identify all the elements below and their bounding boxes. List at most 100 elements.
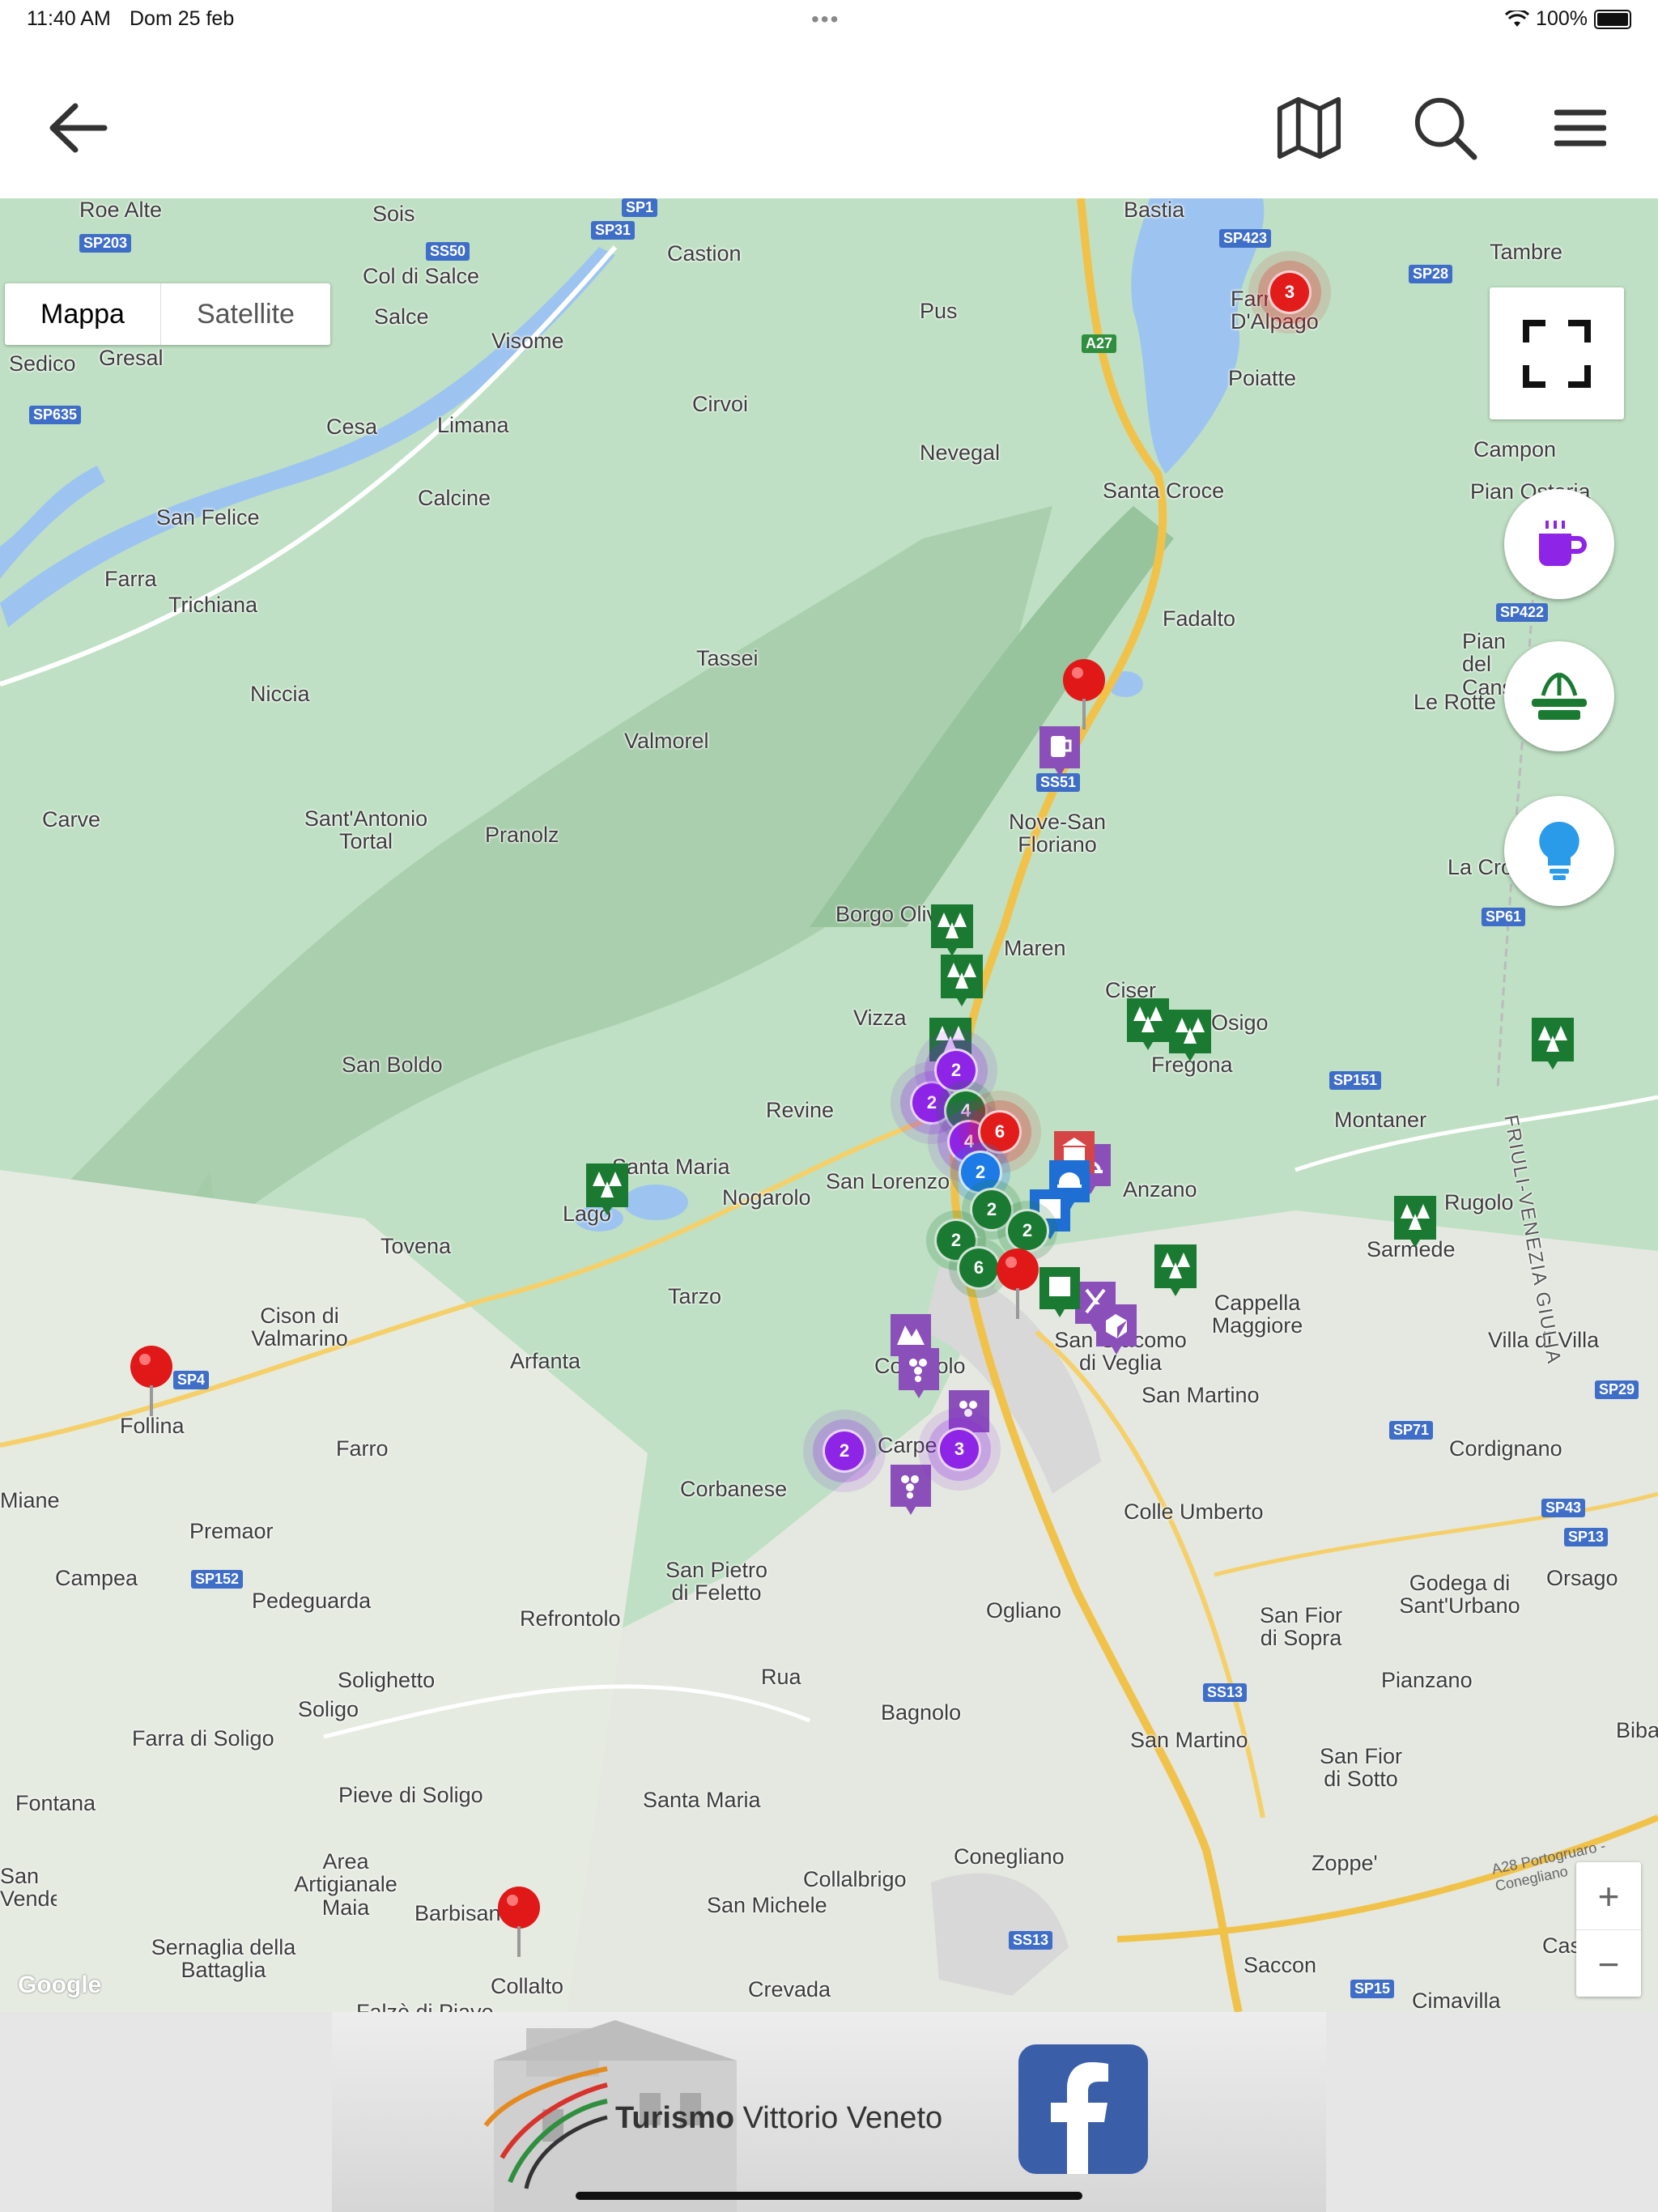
place-label: Limana bbox=[437, 413, 509, 437]
place-label: Premaor bbox=[189, 1519, 274, 1543]
forest-icon[interactable] bbox=[1530, 1016, 1575, 1071]
map-view-button[interactable] bbox=[1277, 96, 1341, 160]
place-label: Revine bbox=[766, 1098, 835, 1122]
place-label: Saccon bbox=[1244, 1953, 1317, 1977]
shopping-icon[interactable] bbox=[1095, 1303, 1138, 1356]
marker-cluster[interactable]: 2 bbox=[1005, 1209, 1049, 1253]
marker-cluster[interactable]: 2 bbox=[934, 1049, 978, 1092]
forest-icon[interactable] bbox=[1153, 1243, 1198, 1298]
status-right: 100% bbox=[1505, 7, 1631, 31]
promo-banner[interactable]: Turismo Vittorio Veneto bbox=[332, 2012, 1326, 2212]
winery-icon[interactable] bbox=[897, 1346, 941, 1400]
road-badge: SP151 bbox=[1329, 1071, 1382, 1090]
place-label: Bastia bbox=[1124, 198, 1185, 222]
facebook-icon bbox=[1051, 2062, 1108, 2174]
coffee-filter-button[interactable] bbox=[1504, 489, 1614, 599]
place-label: San Lorenzo bbox=[826, 1169, 950, 1193]
place-label: Pus bbox=[920, 299, 958, 323]
place-label: Collalbrigo bbox=[803, 1867, 907, 1891]
place-label: Orsago bbox=[1546, 1566, 1618, 1590]
map-type-satellite-button[interactable]: Satellite bbox=[159, 283, 330, 345]
place-label: Montaner bbox=[1334, 1108, 1427, 1132]
place-label: Farro bbox=[336, 1436, 389, 1461]
marker-cluster[interactable]: 3 bbox=[1268, 270, 1312, 314]
place-label: Cison di Valmarino bbox=[251, 1304, 348, 1351]
place-label: Crevada bbox=[748, 1977, 831, 2001]
road-badge: SP13 bbox=[1564, 1528, 1609, 1546]
place-label: San Martino bbox=[1141, 1383, 1260, 1407]
place-label: Tarzo bbox=[668, 1284, 722, 1308]
fullscreen-button[interactable] bbox=[1490, 287, 1624, 419]
place-label: Refrontolo bbox=[520, 1606, 621, 1631]
place-label: Tovena bbox=[380, 1234, 452, 1258]
place-label: Tassei bbox=[696, 646, 759, 670]
road-badge: SS13 bbox=[1203, 1683, 1248, 1702]
place-label: San Vendemiano bbox=[0, 1865, 57, 1911]
brand-rest: Vittorio Veneto bbox=[734, 2101, 943, 2135]
battery-icon bbox=[1594, 9, 1631, 29]
home-indicator[interactable] bbox=[576, 2192, 1082, 2200]
map[interactable]: Roe Alte Sois Bastia Tambre Castion Col … bbox=[0, 198, 1658, 2012]
forest-icon[interactable] bbox=[939, 953, 984, 1008]
place-label: Vizza bbox=[853, 1006, 907, 1030]
place-label: Cordignano bbox=[1449, 1436, 1562, 1461]
location-pin-icon[interactable] bbox=[128, 1345, 175, 1418]
brand-bold: Turismo bbox=[615, 2101, 735, 2135]
place-label: Solighetto bbox=[338, 1668, 436, 1692]
map-type-control: Mappa Satellite bbox=[5, 283, 330, 345]
map-type-map-button[interactable]: Mappa bbox=[5, 283, 160, 345]
marker-cluster[interactable]: 6 bbox=[978, 1110, 1022, 1154]
menu-button[interactable] bbox=[1548, 96, 1613, 160]
place-label: Area Artigianale Maia bbox=[294, 1849, 397, 1920]
place-label: San Martino bbox=[1130, 1728, 1248, 1752]
lightbulb-filter-button[interactable] bbox=[1504, 796, 1614, 906]
status-time: 11:40 AM bbox=[27, 7, 111, 30]
place-label: Nevegal bbox=[920, 440, 1001, 465]
place-label: Cesa bbox=[326, 415, 378, 439]
place-label: Rua bbox=[761, 1665, 801, 1689]
forest-icon[interactable] bbox=[1392, 1194, 1438, 1249]
place-label: Tambre bbox=[1490, 240, 1563, 264]
place-label: Gresal bbox=[99, 346, 164, 370]
place-label: Carve bbox=[42, 807, 101, 832]
forest-icon[interactable] bbox=[1038, 1266, 1082, 1319]
marker-cluster[interactable]: 2 bbox=[823, 1429, 866, 1473]
search-button[interactable] bbox=[1413, 96, 1477, 160]
multitasking-dots-icon[interactable]: ••• bbox=[811, 6, 840, 32]
place-label: Pedeguarda bbox=[252, 1589, 372, 1613]
forest-icon[interactable] bbox=[585, 1162, 630, 1217]
winery-icon[interactable] bbox=[889, 1463, 933, 1516]
place-label: Calcine bbox=[418, 486, 491, 510]
facebook-button[interactable] bbox=[1018, 2044, 1148, 2174]
road-badge: SP422 bbox=[1496, 603, 1549, 622]
road-badge: SP61 bbox=[1482, 908, 1526, 926]
arrow-left-icon bbox=[49, 103, 108, 153]
location-pin-icon[interactable] bbox=[994, 1248, 1041, 1321]
place-label: Sedico bbox=[9, 351, 76, 376]
road-badge: SP423 bbox=[1219, 229, 1272, 248]
forest-icon[interactable] bbox=[929, 903, 975, 958]
forest-icon[interactable] bbox=[1125, 997, 1171, 1052]
location-pin-icon[interactable] bbox=[495, 1886, 542, 1959]
place-label: San Boldo bbox=[342, 1053, 443, 1077]
zoom-in-button[interactable]: + bbox=[1576, 1862, 1641, 1930]
marker-cluster[interactable]: 3 bbox=[937, 1427, 981, 1471]
back-button[interactable] bbox=[45, 96, 109, 160]
road-badge: SP152 bbox=[191, 1570, 244, 1589]
beer-icon[interactable] bbox=[1038, 725, 1082, 778]
place-label: Bibano bbox=[1616, 1718, 1658, 1742]
place-label: Campon bbox=[1473, 437, 1557, 462]
fountain-filter-button[interactable] bbox=[1504, 641, 1614, 751]
status-bar: 11:40 AM Dom 25 feb ••• 100% bbox=[0, 0, 1658, 39]
road-badge: SP43 bbox=[1541, 1499, 1586, 1517]
place-label: Collalto bbox=[491, 1974, 564, 1998]
place-label: Rugolo bbox=[1444, 1190, 1514, 1214]
road-badge: SP635 bbox=[29, 406, 82, 424]
place-label: Fontana bbox=[15, 1791, 96, 1815]
place-label: Sernaglia della Battaglia bbox=[151, 1935, 296, 1983]
forest-icon[interactable] bbox=[1167, 1008, 1213, 1063]
road-badge: SS50 bbox=[426, 242, 470, 261]
place-label: Niccia bbox=[250, 682, 310, 706]
location-pin-icon[interactable] bbox=[1061, 658, 1107, 731]
zoom-out-button[interactable]: − bbox=[1576, 1930, 1641, 1997]
